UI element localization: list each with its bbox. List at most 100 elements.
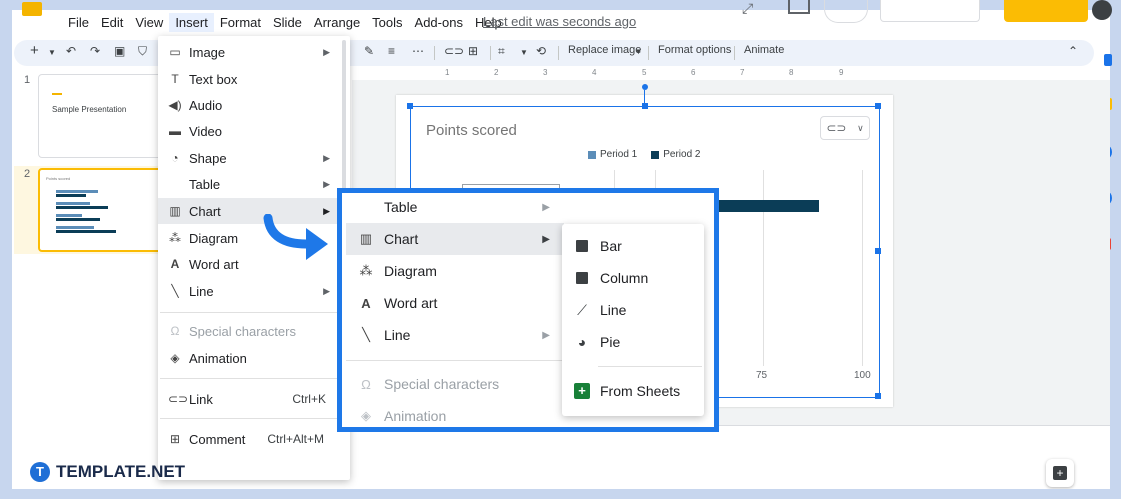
expand-icon[interactable]: ⤢ bbox=[742, 0, 753, 17]
zoom-line-item[interactable]: ╲ Line ▶ bbox=[346, 319, 564, 351]
shortcut-label: Ctrl+Alt+M bbox=[267, 432, 324, 446]
line-chart-icon: ⟋ bbox=[577, 301, 587, 318]
zoom-word-art-item[interactable]: A Word art bbox=[346, 287, 564, 319]
chart-icon: ▥ bbox=[169, 204, 181, 218]
slides-logo-icon[interactable] bbox=[22, 2, 42, 16]
ruler-mark: 5 bbox=[642, 68, 647, 77]
last-edit-link[interactable]: Last edit was seconds ago bbox=[483, 14, 636, 29]
line-icon: ╲ bbox=[362, 327, 370, 342]
insert-image-item[interactable]: ▭ Image ▶ bbox=[158, 39, 350, 65]
special-characters-icon: Ω bbox=[170, 324, 180, 338]
thumb-title: Sample Presentation bbox=[52, 105, 127, 114]
menu-slide[interactable]: Slide bbox=[267, 13, 308, 32]
add-comment-icon[interactable]: ⊞ bbox=[468, 44, 478, 58]
undo-icon[interactable]: ↶ bbox=[66, 44, 76, 58]
chart-from-sheets-item[interactable]: + From Sheets bbox=[562, 375, 704, 407]
insert-shape-item[interactable]: ◔ Shape ▶ bbox=[158, 145, 350, 171]
frame-bottom-border bbox=[0, 489, 1121, 499]
chart-line-item[interactable]: ⟋ Line bbox=[562, 294, 704, 326]
pie-chart-icon: ◕ bbox=[577, 334, 587, 350]
rotate-handle[interactable] bbox=[642, 84, 648, 90]
chevron-down-icon: ∨ bbox=[857, 122, 864, 133]
insert-table-item[interactable]: Table ▶ bbox=[158, 171, 350, 197]
brand-name: TEMPLATE.NET bbox=[56, 462, 186, 481]
slide-number: 2 bbox=[24, 168, 31, 180]
resize-handle[interactable] bbox=[407, 103, 413, 109]
link-icon: ⊂⊃ bbox=[826, 121, 847, 135]
slideshow-button[interactable] bbox=[880, 0, 980, 22]
chevron-down-icon[interactable]: ▼ bbox=[48, 48, 56, 57]
resize-handle[interactable] bbox=[875, 248, 881, 254]
menu-format[interactable]: Format bbox=[214, 13, 267, 32]
share-button[interactable] bbox=[1004, 0, 1088, 22]
resize-handle[interactable] bbox=[875, 393, 881, 399]
chart-legend: Period 1 Period 2 bbox=[588, 149, 701, 160]
insert-line-item[interactable]: ╲ Line ▶ bbox=[158, 278, 350, 304]
insert-special-characters-item[interactable]: Ω Special characters bbox=[158, 318, 350, 344]
template-net-logo: T TEMPLATE.NET bbox=[30, 462, 185, 482]
redo-icon[interactable]: ↷ bbox=[90, 44, 100, 58]
ruler-mark: 3 bbox=[543, 68, 548, 77]
format-options-button[interactable]: Format options bbox=[658, 44, 731, 56]
insert-link-item[interactable]: ⊂⊃ Link Ctrl+K bbox=[158, 386, 350, 412]
border-weight-icon[interactable]: ≡ bbox=[388, 44, 395, 58]
chevron-down-icon[interactable]: ▼ bbox=[520, 48, 528, 57]
audio-icon: ◀) bbox=[168, 98, 182, 112]
submenu-arrow-icon: ▶ bbox=[323, 46, 330, 57]
insert-video-item[interactable]: ▬ Video bbox=[158, 118, 350, 144]
paint-format-icon[interactable]: ⛉ bbox=[138, 44, 147, 59]
present-options-icon[interactable] bbox=[824, 0, 868, 23]
image-icon: ▭ bbox=[169, 45, 181, 59]
new-slide-icon[interactable]: + bbox=[30, 42, 39, 59]
chart-pie-item[interactable]: ◕ Pie bbox=[562, 326, 704, 358]
pen-icon[interactable]: ✎ bbox=[364, 44, 374, 58]
zoom-chart-item[interactable]: ▥ Chart ▶ bbox=[346, 223, 564, 255]
linked-chart-options[interactable]: ⊂⊃ ∨ bbox=[820, 116, 870, 140]
insert-comment-item[interactable]: ⊞ Comment Ctrl+Alt+M bbox=[158, 426, 350, 452]
zoom-table-item[interactable]: Table ▶ bbox=[346, 191, 564, 223]
horizontal-ruler[interactable]: 1 2 3 4 5 6 7 8 9 bbox=[398, 68, 888, 80]
menu-view[interactable]: View bbox=[129, 13, 169, 32]
calendar-side-icon[interactable] bbox=[1104, 54, 1112, 66]
chevron-down-icon[interactable]: ▼ bbox=[635, 49, 642, 56]
collapse-toolbar-icon[interactable]: ⌃ bbox=[1068, 44, 1078, 58]
reset-image-icon[interactable]: ⟲ bbox=[536, 44, 546, 58]
add-note-icon[interactable]: + bbox=[1046, 459, 1074, 487]
animate-button[interactable]: Animate bbox=[744, 44, 784, 56]
chart-bar-item[interactable]: Bar bbox=[562, 230, 704, 262]
crop-icon[interactable]: ⌗ bbox=[498, 44, 505, 59]
border-dash-icon[interactable]: ⋯ bbox=[412, 44, 424, 58]
thumb-chart-title: Points scored bbox=[46, 176, 71, 181]
menu-file[interactable]: File bbox=[62, 13, 95, 32]
shortcut-label: Ctrl+K bbox=[292, 392, 326, 406]
resize-handle[interactable] bbox=[875, 103, 881, 109]
ruler-mark: 1 bbox=[445, 68, 450, 77]
resize-handle[interactable] bbox=[642, 103, 648, 109]
comments-icon[interactable] bbox=[788, 0, 810, 14]
insert-link-icon[interactable]: ⊂⊃ bbox=[444, 44, 464, 58]
word-art-icon: A bbox=[361, 295, 371, 311]
menu-edit[interactable]: Edit bbox=[95, 13, 129, 32]
print-icon[interactable]: ▣ bbox=[114, 44, 125, 58]
chart-icon: ▥ bbox=[359, 231, 373, 246]
menu-insert[interactable]: Insert bbox=[169, 12, 214, 32]
insert-animation-item[interactable]: ◈ Animation bbox=[158, 345, 350, 371]
video-icon: ▬ bbox=[169, 124, 181, 138]
insert-audio-item[interactable]: ◀) Audio bbox=[158, 92, 350, 118]
pointer-arrow-icon bbox=[263, 214, 328, 260]
submenu-arrow-icon: ▶ bbox=[542, 329, 550, 341]
replace-image-button[interactable]: Replace image bbox=[568, 44, 641, 56]
zoom-diagram-item[interactable]: ⁂ Diagram bbox=[346, 255, 564, 287]
menu-tools[interactable]: Tools bbox=[366, 13, 408, 32]
menu-add-ons[interactable]: Add-ons bbox=[409, 13, 469, 32]
menu-arrange[interactable]: Arrange bbox=[308, 13, 366, 32]
chart-column-item[interactable]: Column bbox=[562, 262, 704, 294]
legend-swatch-period2 bbox=[651, 150, 660, 159]
insert-text-box-item[interactable]: T Text box bbox=[158, 66, 350, 92]
menu-divider bbox=[160, 418, 346, 419]
avatar[interactable] bbox=[1092, 0, 1112, 20]
zoom-animation-item[interactable]: ◈ Animation bbox=[346, 400, 564, 432]
slide-thumbnail[interactable] bbox=[38, 74, 164, 158]
zoom-special-characters-item[interactable]: Ω Special characters bbox=[346, 368, 564, 400]
submenu-arrow-icon: ▶ bbox=[542, 201, 550, 213]
